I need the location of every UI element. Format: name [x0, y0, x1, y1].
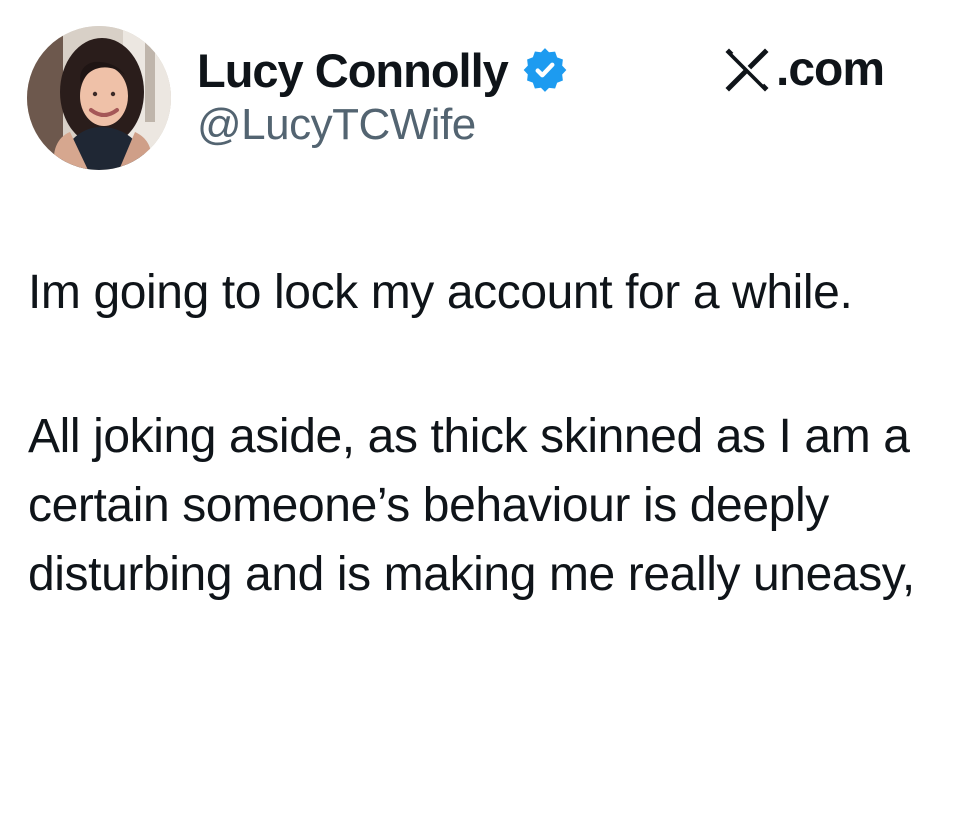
avatar[interactable] [27, 26, 171, 170]
tweet-paragraph: Im going to lock my account for a while. [28, 266, 853, 319]
source-badge: .com [720, 38, 885, 102]
tweet-body: Im going to lock my account for a while.… [28, 258, 933, 609]
verified-badge-icon [520, 45, 570, 95]
author-handle[interactable]: @LucyTCWife [197, 103, 476, 147]
author-name[interactable]: Lucy Connolly [197, 47, 509, 94]
tweet-paragraph: All joking aside, as thick skinned as I … [28, 410, 915, 601]
x-logo-icon [720, 43, 776, 97]
author-name-row: Lucy Connolly [197, 38, 570, 102]
source-badge-text: .com [776, 43, 885, 96]
